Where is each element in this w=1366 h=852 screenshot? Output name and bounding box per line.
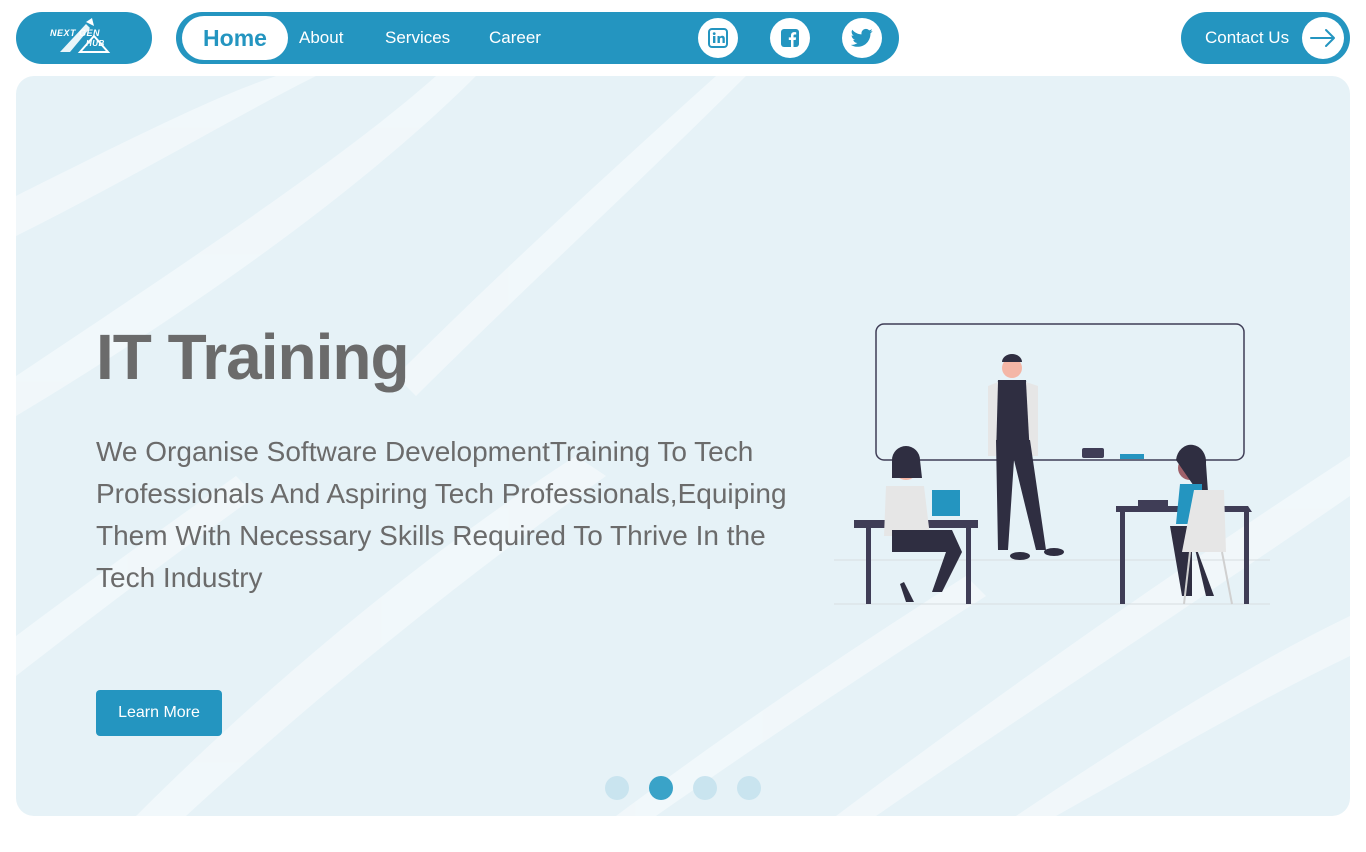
slide-dot-2[interactable] <box>649 776 673 800</box>
slide-dot-4[interactable] <box>737 776 761 800</box>
hero-description: We Organise Software DevelopmentTraining… <box>96 436 787 593</box>
slide-dot-1[interactable] <box>605 776 629 800</box>
learn-more-button[interactable]: Learn More <box>96 690 222 736</box>
facebook-icon <box>781 29 799 47</box>
nav-about-link[interactable]: About <box>299 12 343 64</box>
nav-home-link[interactable]: Home <box>182 16 288 60</box>
nav-services-link[interactable]: Services <box>385 12 450 64</box>
hero-title: IT Training <box>96 321 410 393</box>
nav-career-link[interactable]: Career <box>489 12 541 64</box>
logo-mark-icon <box>60 18 111 53</box>
linkedin-icon <box>708 28 728 48</box>
logo-text-line1: NEXT GEN <box>50 28 101 38</box>
main-nav: Home About Services Career <box>176 12 899 64</box>
contact-us-label: Contact Us <box>1205 28 1290 47</box>
twitter-icon <box>851 28 873 47</box>
facebook-button[interactable] <box>770 18 810 58</box>
logo-text-line2: HUB <box>86 39 105 48</box>
hero-slider: IT Training We Organise Software Develop… <box>16 76 1350 816</box>
arrow-right-icon <box>1302 17 1344 59</box>
training-illustration <box>834 323 1270 605</box>
twitter-button[interactable] <box>842 18 882 58</box>
contact-us-button[interactable]: Contact Us <box>1181 12 1350 64</box>
slider-pagination <box>605 776 761 800</box>
logo[interactable]: NEXT GEN HUB <box>16 12 152 64</box>
slide-dot-3[interactable] <box>693 776 717 800</box>
linkedin-button[interactable] <box>698 18 738 58</box>
